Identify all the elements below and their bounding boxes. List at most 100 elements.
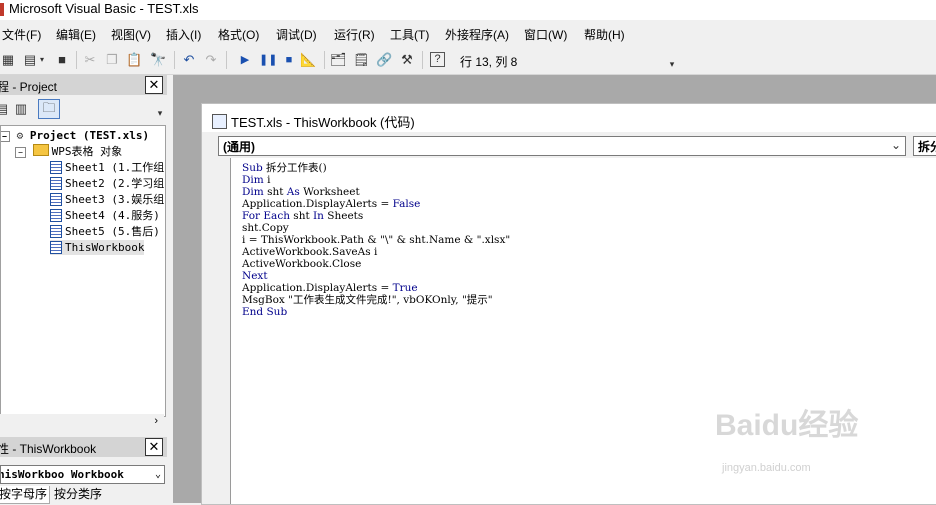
reset-icon[interactable]: ■ [281, 52, 297, 68]
cursor-position: 行 13, 列 8 [460, 55, 518, 69]
code-line: Next [242, 270, 268, 282]
module-icon [50, 241, 62, 254]
object-browser-icon[interactable]: 🔗 [376, 52, 392, 68]
collapse-icon[interactable]: − [1, 131, 10, 142]
code-line: Application.DisplayAlerts = True [242, 282, 418, 294]
undo-icon[interactable]: ↶ [181, 52, 197, 68]
title-bar: Microsoft Visual Basic - TEST.xls [0, 0, 936, 20]
properties-window-icon[interactable]: 🗒 [353, 52, 370, 68]
help-icon[interactable]: ? [430, 52, 445, 67]
folder-icon [32, 144, 49, 156]
paste-icon[interactable]: 📋 [126, 52, 142, 68]
code-line: Dim i [242, 174, 271, 186]
procedure-dropdown-value: 拆分 [918, 140, 936, 154]
menu-edit[interactable]: 编辑(E) [56, 26, 96, 43]
code-editor[interactable]: Sub 拆分工作表() Dim i Dim sht As Worksheet A… [231, 158, 936, 504]
horizontal-scrollbar[interactable]: › [0, 414, 164, 430]
save-icon[interactable]: ■ [54, 52, 70, 68]
margin-indicator-bar[interactable] [209, 158, 231, 504]
module-icon [50, 225, 62, 238]
code-window-title-bar: TEST.xls - ThisWorkbook (代码) [202, 104, 936, 132]
tree-folder[interactable]: − WPS表格 对象 [15, 144, 122, 159]
pane-dropdown-icon[interactable]: ▾ [152, 105, 168, 121]
module-icon [50, 161, 62, 174]
tree-item[interactable]: Sheet3 (3.娱乐组 [50, 192, 164, 207]
procedure-dropdown[interactable]: 拆分 [913, 136, 936, 156]
code-line: i = ThisWorkbook.Path & "\" & sht.Name &… [242, 234, 511, 246]
tab-alphabetic[interactable]: 按字母序 [0, 486, 51, 504]
menu-format[interactable]: 格式(O) [218, 26, 259, 43]
tab-categorized[interactable]: 按分类序 [52, 486, 104, 503]
toolbox-icon[interactable]: ⚒ [399, 52, 415, 68]
tree-item[interactable]: Sheet1 (1.工作组 [50, 160, 164, 175]
menu-file[interactable]: 文件(F) [2, 26, 41, 43]
code-line: ActiveWorkbook.SaveAs i [242, 246, 378, 258]
break-icon[interactable]: ❚❚ [259, 52, 277, 68]
project-explorer-pane: 程 - Project ✕ ▤ ▥ 🗀 ▾ − ⚙ Project (TEST.… [0, 75, 167, 435]
menu-insert[interactable]: 插入(I) [166, 26, 201, 43]
tree-item-label: Sheet1 (1.工作组 [65, 161, 165, 174]
chevron-down-icon[interactable]: ⌄ [891, 138, 901, 152]
code-window-title: TEST.xls - ThisWorkbook (代码) [231, 115, 415, 130]
project-explorer-icon[interactable]: 🗂 [330, 52, 347, 68]
object-combo[interactable]: hisWorkboo Workbook ⌄ [0, 465, 165, 484]
toggle-folders-icon[interactable]: 🗀 [38, 99, 60, 119]
properties-pane-title: 性 - ThisWorkbook [0, 442, 97, 456]
tree-item-selected[interactable]: ThisWorkbook [50, 240, 145, 255]
tree-item[interactable]: Sheet5 (5.售后) [50, 224, 160, 239]
code-line: MsgBox "工作表生成文件完成!", vbOKOnly, "提示" [242, 294, 493, 306]
code-line: sht.Copy [242, 222, 289, 234]
menu-tools[interactable]: 工具(T) [390, 26, 429, 43]
run-icon[interactable]: ▶ [237, 52, 253, 68]
code-line: For Each sht In Sheets [242, 210, 364, 222]
code-line: Dim sht As Worksheet [242, 186, 360, 198]
close-icon[interactable]: ✕ [145, 438, 163, 456]
dropdown-arrow-icon[interactable]: ▾ [38, 52, 46, 68]
tree-root[interactable]: − ⚙ Project (TEST.xls) [1, 128, 149, 143]
menu-window[interactable]: 窗口(W) [524, 26, 567, 43]
menu-help[interactable]: 帮助(H) [584, 26, 625, 43]
tree-item-label: Sheet5 (5.售后) [65, 225, 160, 238]
code-window-icon [212, 114, 227, 129]
menu-bar: 文件(F) 编辑(E) 视图(V) 插入(I) 格式(O) 调试(D) 运行(R… [0, 22, 936, 44]
view-code-icon[interactable]: ▤ [0, 101, 10, 117]
menu-view[interactable]: 视图(V) [111, 26, 151, 43]
collapse-icon[interactable]: − [15, 147, 26, 158]
menu-run[interactable]: 运行(R) [334, 26, 375, 43]
redo-icon[interactable]: ↷ [203, 52, 219, 68]
module-icon [50, 209, 62, 222]
project-pane-title-bar: 程 - Project ✕ [0, 75, 167, 95]
watermark-url: jingyan.baidu.com [722, 462, 811, 474]
copy-icon[interactable]: ❐ [104, 52, 120, 68]
object-dropdown-value: (通用) [223, 140, 255, 154]
code-window: TEST.xls - ThisWorkbook (代码) (通用) ⌄ 拆分 S… [201, 103, 936, 505]
tree-item[interactable]: Sheet4 (4.服务) [50, 208, 160, 223]
code-line: Application.DisplayAlerts = False [242, 198, 421, 210]
toolbar-options-icon[interactable]: ▾ [664, 56, 680, 72]
standard-toolbar: ▦ ▤ ▾ ■ ✂ ❐ 📋 🔭 ↶ ↷ ▶ ❚❚ ■ 📐 🗂 🗒 🔗 ⚒ ? 行… [0, 46, 936, 75]
design-mode-icon[interactable]: 📐 [300, 52, 316, 68]
view-excel-icon[interactable]: ▦ [0, 52, 16, 68]
app-icon [0, 3, 4, 16]
tree-item-label: Sheet2 (2.学习组 [65, 177, 165, 190]
close-icon[interactable]: ✕ [145, 76, 163, 94]
tree-item[interactable]: Sheet2 (2.学习组 [50, 176, 164, 191]
code-line: Sub 拆分工作表() [242, 162, 327, 174]
module-icon [50, 177, 62, 190]
object-combo-value: hisWorkboo Workbook [0, 468, 124, 481]
watermark-logo: Baidu经验 [715, 409, 859, 442]
module-icon [50, 193, 62, 206]
insert-userform-icon[interactable]: ▤ [22, 52, 38, 68]
properties-pane: 性 - ThisWorkbook ✕ hisWorkboo Workbook ⌄… [0, 437, 167, 504]
tree-item-label: Sheet4 (4.服务) [65, 209, 160, 222]
object-dropdown[interactable]: (通用) ⌄ [218, 136, 906, 156]
code-line: End Sub [242, 306, 288, 318]
view-object-icon[interactable]: ▥ [13, 101, 29, 117]
menu-addins[interactable]: 外接程序(A) [445, 26, 509, 43]
cut-icon[interactable]: ✂ [82, 52, 98, 68]
menu-debug[interactable]: 调试(D) [276, 26, 317, 43]
scroll-right-icon[interactable]: › [154, 415, 158, 427]
chevron-down-icon[interactable]: ⌄ [155, 466, 161, 483]
find-icon[interactable]: 🔭 [150, 52, 166, 68]
window-title: Microsoft Visual Basic - TEST.xls [9, 1, 199, 16]
